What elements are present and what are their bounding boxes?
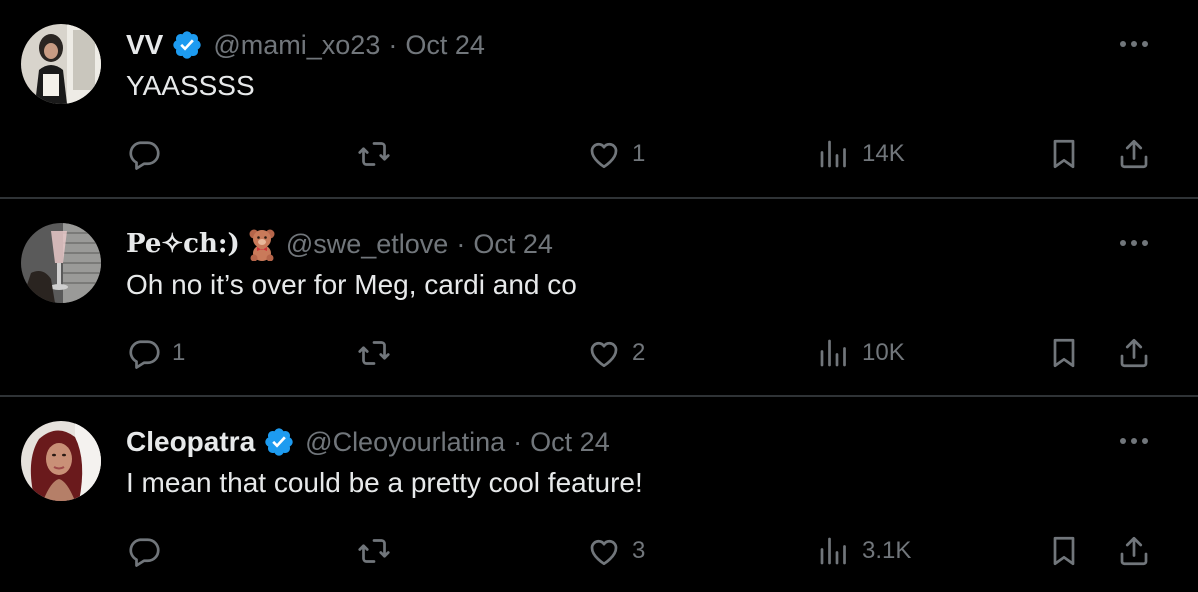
retweet-icon [356, 533, 392, 569]
author-name[interactable]: Pe✧ch:) [126, 229, 240, 259]
author-handle[interactable]: @Cleoyourlatina [305, 427, 505, 458]
share-button[interactable] [1116, 134, 1152, 174]
more-icon[interactable] [1118, 433, 1150, 449]
separator-dot: · [513, 426, 523, 457]
bookmark-icon [1046, 335, 1082, 371]
views-icon [816, 335, 852, 371]
reply-icon [126, 533, 162, 569]
like-count: 1 [632, 140, 646, 167]
tweet-text: I mean that could be a pretty cool featu… [126, 467, 643, 498]
tweet[interactable]: Pe✧ch:) @swe_etlove · Oct 24 Oh no it’s … [0, 199, 1198, 397]
views-count: 10K [862, 339, 905, 366]
separator-dot: · [388, 29, 398, 60]
tweet-text: YAASSSS [126, 70, 255, 101]
bookmark-icon [1046, 533, 1082, 569]
reply-button[interactable]: 1 [126, 333, 185, 373]
author-name[interactable]: Cleopatra [126, 426, 255, 458]
tweet[interactable]: VV @mami_xo23 · Oct 24 YAASSSS 1 14K [0, 0, 1198, 198]
share-button[interactable] [1116, 531, 1152, 571]
tweet-date[interactable]: Oct 24 [405, 30, 485, 61]
author-handle[interactable]: @swe_etlove [286, 229, 449, 260]
retweet-button[interactable] [356, 333, 402, 373]
verified-badge-icon [263, 426, 295, 458]
retweet-button[interactable] [356, 531, 402, 571]
reply-icon [126, 136, 162, 172]
bookmark-button[interactable] [1046, 333, 1082, 373]
reply-icon [126, 335, 162, 371]
share-icon [1116, 533, 1152, 569]
views-button[interactable]: 10K [816, 333, 905, 373]
bookmark-icon [1046, 136, 1082, 172]
teddy-bear-icon [248, 227, 276, 262]
retweet-icon [356, 335, 392, 371]
more-icon[interactable] [1118, 36, 1150, 52]
separator-dot: · [456, 228, 466, 259]
bookmark-button[interactable] [1046, 531, 1082, 571]
like-count: 2 [632, 339, 646, 366]
tweet-header: VV @mami_xo23 · Oct 24 [126, 27, 485, 63]
like-count: 3 [632, 537, 646, 564]
tweet-date[interactable]: Oct 24 [530, 427, 610, 458]
share-icon [1116, 335, 1152, 371]
more-icon[interactable] [1118, 235, 1150, 251]
heart-icon [586, 136, 622, 172]
views-button[interactable]: 14K [816, 134, 905, 174]
views-icon [816, 533, 852, 569]
avatar[interactable] [21, 24, 101, 104]
reply-button[interactable] [126, 134, 172, 174]
verified-badge-icon [171, 29, 203, 61]
views-count: 14K [862, 140, 905, 167]
views-count: 3.1K [862, 537, 912, 564]
tweet-header: Pe✧ch:) @swe_etlove · Oct 24 [126, 226, 553, 262]
share-button[interactable] [1116, 333, 1152, 373]
like-button[interactable]: 3 [586, 531, 645, 571]
reply-count: 1 [172, 339, 186, 366]
avatar[interactable] [21, 223, 101, 303]
tweet-header: Cleopatra @Cleoyourlatina · Oct 24 [126, 424, 610, 460]
avatar[interactable] [21, 421, 101, 501]
reply-button[interactable] [126, 531, 172, 571]
tweet-text: Oh no it’s over for Meg, cardi and co [126, 269, 577, 300]
bookmark-button[interactable] [1046, 134, 1082, 174]
heart-icon [586, 533, 622, 569]
author-handle[interactable]: @mami_xo23 [213, 30, 380, 61]
views-icon [816, 136, 852, 172]
tweet[interactable]: Cleopatra @Cleoyourlatina · Oct 24 I mea… [0, 397, 1198, 592]
heart-icon [586, 335, 622, 371]
like-button[interactable]: 2 [586, 333, 645, 373]
like-button[interactable]: 1 [586, 134, 645, 174]
retweet-button[interactable] [356, 134, 402, 174]
retweet-icon [356, 136, 392, 172]
author-name[interactable]: VV [126, 29, 163, 61]
share-icon [1116, 136, 1152, 172]
views-button[interactable]: 3.1K [816, 531, 911, 571]
tweet-date[interactable]: Oct 24 [473, 229, 553, 260]
reply-feed: VV @mami_xo23 · Oct 24 YAASSSS 1 14K Pe✧… [0, 0, 1198, 592]
